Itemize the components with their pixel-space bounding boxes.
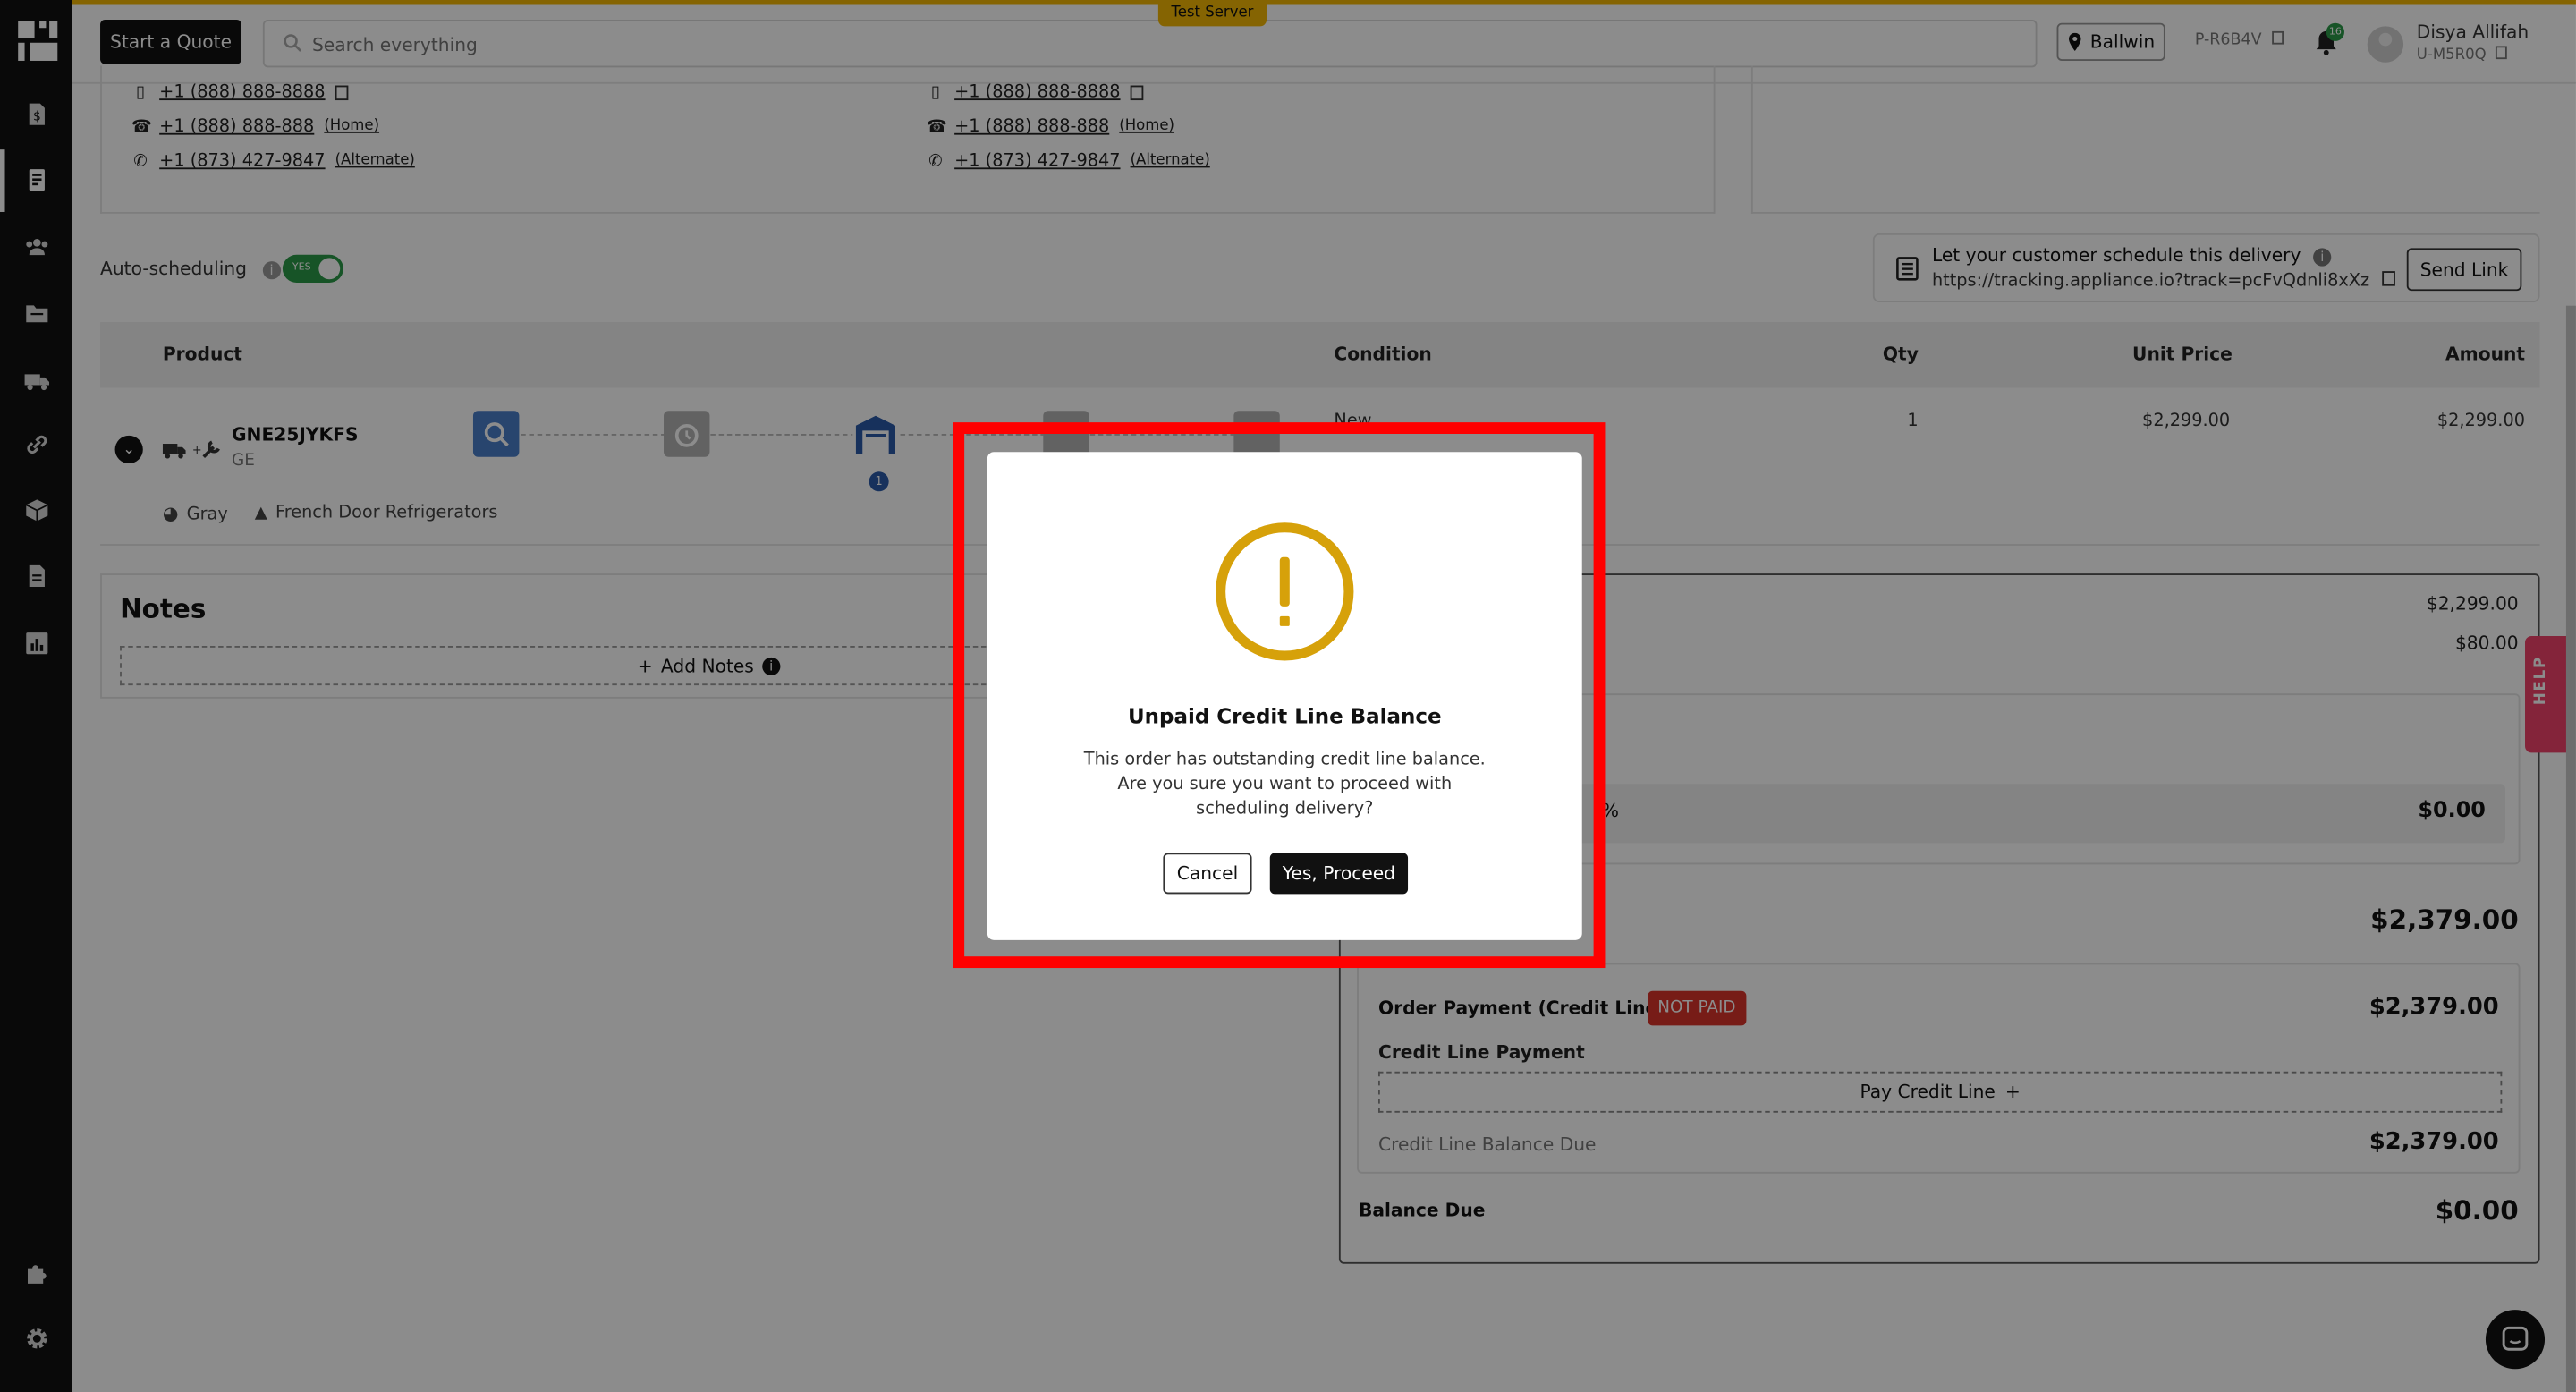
warning-exclamation-icon <box>1216 522 1354 661</box>
confirm-dialog: Unpaid Credit Line Balance This order ha… <box>987 452 1582 940</box>
proceed-button[interactable]: Yes, Proceed <box>1269 853 1409 895</box>
dialog-title: Unpaid Credit Line Balance <box>1128 703 1442 728</box>
cancel-button[interactable]: Cancel <box>1163 853 1252 895</box>
app-root: $ Start a Quote Search everything Ballwi… <box>0 0 2576 1392</box>
dialog-message: This order has outstanding credit line b… <box>1083 749 1486 819</box>
